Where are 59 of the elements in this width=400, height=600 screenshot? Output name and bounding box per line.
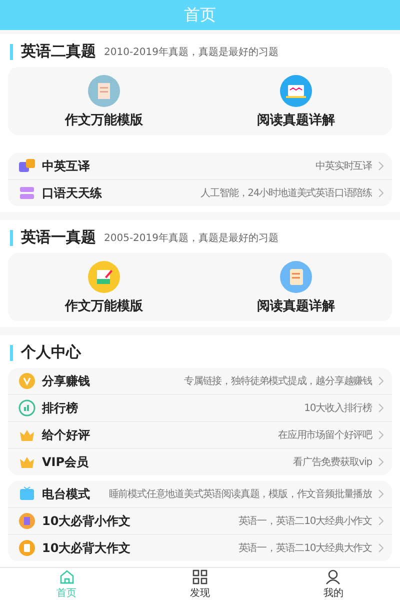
menu-label: 给个好评 xyxy=(42,426,90,444)
menu-label: 10大必背小作文 xyxy=(42,512,131,530)
scroll-icon xyxy=(280,261,312,294)
menu-label: VIP会员 xyxy=(42,454,89,471)
menu-hint: 英语一，英语二10大经典小作文 xyxy=(238,514,372,528)
menu-hint: 10大收入排行榜 xyxy=(304,402,372,416)
home-icon xyxy=(58,568,75,585)
menu-row[interactable]: 排行榜 10大收入排行榜 xyxy=(8,394,392,422)
menu-row[interactable]: 10大必背小作文 英语一，英语二10大经典小作文 xyxy=(8,507,392,534)
menu-row[interactable]: 中英互译 中英实时互译 xyxy=(8,153,392,180)
menu-hint: 中英实时互译 xyxy=(316,160,372,174)
feature-link[interactable]: 阅读真题详解 xyxy=(257,297,335,316)
menu-label: 中英互译 xyxy=(42,158,90,175)
menu-hint: 看广告免费获取vip xyxy=(292,456,372,470)
chevron-right-icon xyxy=(378,430,384,440)
menu-hint: 人工智能，24小时地道美式英语口语陪练 xyxy=(200,186,372,200)
section-title: 英语二真题 xyxy=(21,42,96,62)
chevron-right-icon xyxy=(378,403,384,414)
menu-label: 排行榜 xyxy=(42,400,78,417)
menu-row[interactable]: 口语天天练 人工智能，24小时地道美式英语口语陪练 xyxy=(8,179,392,206)
menu-label: 电台模式 xyxy=(42,486,90,503)
document-icon xyxy=(18,512,36,530)
menu-label: 分享赚钱 xyxy=(42,372,90,390)
menu-row[interactable]: VIP会员 看广告免费获取vip xyxy=(8,448,392,476)
laptop-icon xyxy=(280,75,312,108)
menu-row[interactable]: 分享赚钱 专属链接，独特徒弟模式提成，越分享越赚钱 xyxy=(8,368,392,394)
chart-icon xyxy=(18,399,36,418)
user-icon xyxy=(325,568,342,585)
feature-link[interactable]: 阅读真题详解 xyxy=(257,111,335,130)
menu-hint: 在应用市场留个好评吧 xyxy=(278,428,372,442)
chevron-right-icon xyxy=(378,516,384,526)
chevron-right-icon xyxy=(378,543,384,554)
chevron-right-icon xyxy=(378,489,384,500)
menu-hint: 睡前模式任意地道美式英语阅读真题，模版，作文音频批量播放 xyxy=(108,488,372,502)
edit-icon xyxy=(88,261,120,294)
feature-link[interactable]: 作文万能模版 xyxy=(65,297,143,316)
chevron-right-icon xyxy=(378,161,384,172)
page-title: 首页 xyxy=(0,0,400,30)
menu-label: 口语天天练 xyxy=(42,184,102,202)
clipboard-icon xyxy=(18,539,36,558)
menu-label: 10大必背大作文 xyxy=(42,540,131,557)
document-icon xyxy=(88,75,120,108)
section-title: 个人中心 xyxy=(21,343,81,362)
section-title: 英语一真题 xyxy=(21,228,96,248)
chevron-right-icon xyxy=(378,188,384,198)
menu-row[interactable]: 电台模式 睡前模式任意地道美式英语阅读真题，模版，作文音频批量播放 xyxy=(8,481,392,508)
menu-row[interactable]: 10大必背大作文 英语一，英语二10大经典大作文 xyxy=(8,534,392,562)
section-subtitle: 2005-2019年真题，真题是最好的习题 xyxy=(104,232,279,245)
menu-hint: 英语一，英语二10大经典大作文 xyxy=(238,542,372,556)
chevron-right-icon xyxy=(378,457,384,468)
feature-link[interactable]: 作文万能模版 xyxy=(65,111,143,130)
coin-icon xyxy=(18,372,36,390)
tab[interactable]: 我的 xyxy=(266,568,400,600)
menu-hint: 专属链接，独特徒弟模式提成，越分享越赚钱 xyxy=(184,374,372,388)
tab[interactable]: 发现 xyxy=(133,568,267,600)
menu-row[interactable]: 给个好评 在应用市场留个好评吧 xyxy=(8,421,392,448)
chevron-right-icon xyxy=(378,376,384,386)
grid-icon xyxy=(192,568,208,585)
section-subtitle: 2010-2019年真题，真题是最好的习题 xyxy=(104,46,279,59)
